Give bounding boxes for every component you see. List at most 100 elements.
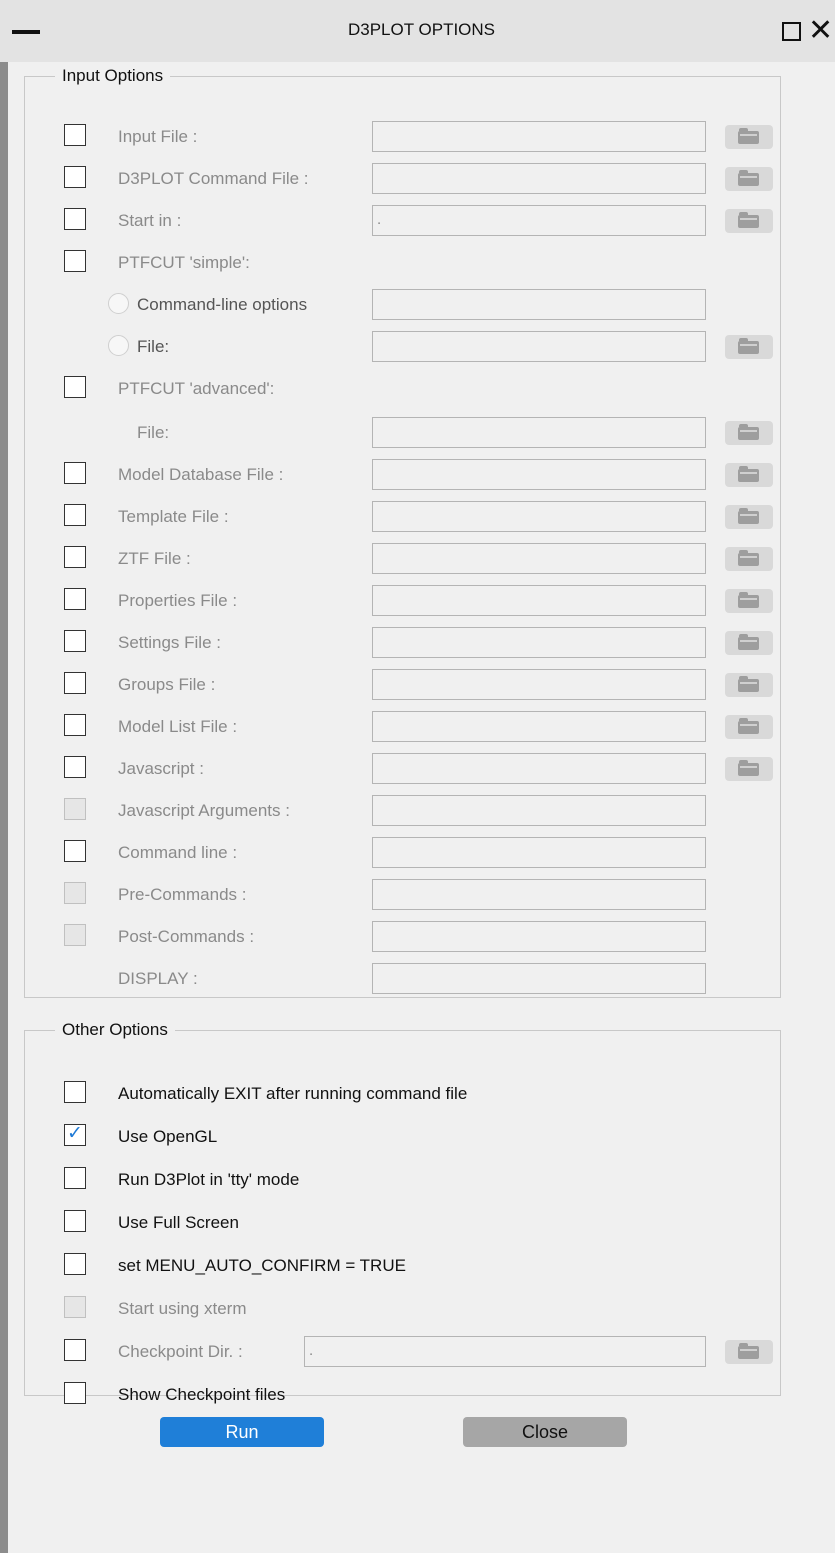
close-button[interactable]: Close <box>463 1417 627 1447</box>
ztf-file-browse-button[interactable] <box>725 547 773 571</box>
ztf-file-checkbox[interactable] <box>64 546 86 568</box>
model-list-file-checkbox[interactable] <box>64 714 86 736</box>
groups-file-browse-button[interactable] <box>725 673 773 697</box>
command-file-field[interactable] <box>372 163 706 194</box>
properties-file-field[interactable] <box>372 585 706 616</box>
checkpoint-dir-browse-button[interactable] <box>725 1340 773 1364</box>
ptfcut-simple-row: PTFCUT 'simple': <box>25 246 785 280</box>
model-database-row: Model Database File : <box>25 458 785 492</box>
display-field[interactable] <box>372 963 706 994</box>
model-database-field[interactable] <box>372 459 706 490</box>
ztf-file-row: ZTF File : <box>25 542 785 576</box>
javascript-arguments-field[interactable] <box>372 795 706 826</box>
input-file-browse-button[interactable] <box>725 125 773 149</box>
auto-confirm-checkbox[interactable] <box>64 1253 86 1275</box>
settings-file-row: Settings File : <box>25 626 785 660</box>
template-file-browse-button[interactable] <box>725 505 773 529</box>
model-list-file-label: Model List File : <box>118 717 238 736</box>
tty-mode-checkbox[interactable] <box>64 1167 86 1189</box>
post-commands-field[interactable] <box>372 921 706 952</box>
groups-file-checkbox[interactable] <box>64 672 86 694</box>
display-row: DISPLAY : <box>25 962 785 996</box>
input-file-checkbox[interactable] <box>64 124 86 146</box>
ptfcut-simple-file-radio[interactable] <box>108 335 129 356</box>
template-file-checkbox[interactable] <box>64 504 86 526</box>
command-file-row: D3PLOT Command File : <box>25 162 785 196</box>
checkpoint-dir-field[interactable]: . <box>304 1336 706 1367</box>
pre-commands-row: Pre-Commands : <box>25 878 785 912</box>
xterm-row: Start using xterm <box>25 1292 785 1326</box>
ptfcut-advanced-file-field[interactable] <box>372 417 706 448</box>
model-list-file-browse-button[interactable] <box>725 715 773 739</box>
start-in-checkbox[interactable] <box>64 208 86 230</box>
ztf-file-field[interactable] <box>372 543 706 574</box>
show-checkpoint-label: Show Checkpoint files <box>118 1385 286 1404</box>
folder-icon <box>738 212 759 228</box>
full-screen-row: Use Full Screen <box>25 1206 785 1240</box>
auto-confirm-label: set MENU_AUTO_CONFIRM = TRUE <box>118 1256 406 1275</box>
run-button[interactable]: Run <box>160 1417 324 1447</box>
command-line-row: Command line : <box>25 836 785 870</box>
auto-exit-checkbox[interactable] <box>64 1081 86 1103</box>
javascript-browse-button[interactable] <box>725 757 773 781</box>
start-in-browse-button[interactable] <box>725 209 773 233</box>
command-line-options-field[interactable] <box>372 289 706 320</box>
command-line-checkbox[interactable] <box>64 840 86 862</box>
javascript-arguments-label: Javascript Arguments : <box>118 801 290 820</box>
input-file-label: Input File : <box>118 127 198 146</box>
close-window-icon[interactable]: ✕ <box>808 16 833 46</box>
input-options-group: Input Options Input File : D3PLOT Comman… <box>24 66 781 998</box>
checkpoint-dir-row: Checkpoint Dir. : . <box>25 1335 785 1369</box>
groups-file-field[interactable] <box>372 669 706 700</box>
groups-file-label: Groups File : <box>118 675 216 694</box>
groups-file-row: Groups File : <box>25 668 785 702</box>
command-file-label: D3PLOT Command File : <box>118 169 309 188</box>
pre-commands-checkbox[interactable] <box>64 882 86 904</box>
ptfcut-advanced-checkbox[interactable] <box>64 376 86 398</box>
auto-confirm-row: set MENU_AUTO_CONFIRM = TRUE <box>25 1249 785 1283</box>
command-file-checkbox[interactable] <box>64 166 86 188</box>
xterm-checkbox[interactable] <box>64 1296 86 1318</box>
folder-icon <box>738 592 759 608</box>
javascript-field[interactable] <box>372 753 706 784</box>
folder-icon <box>738 508 759 524</box>
ztf-file-label: ZTF File : <box>118 549 191 568</box>
input-file-field[interactable] <box>372 121 706 152</box>
ptfcut-advanced-file-browse-button[interactable] <box>725 421 773 445</box>
ptfcut-advanced-row: PTFCUT 'advanced': <box>25 372 785 406</box>
javascript-arguments-checkbox[interactable] <box>64 798 86 820</box>
input-file-row: Input File : <box>25 120 785 154</box>
settings-file-field[interactable] <box>372 627 706 658</box>
folder-icon <box>738 338 759 354</box>
post-commands-label: Post-Commands : <box>118 927 255 946</box>
maximize-icon[interactable] <box>782 22 801 41</box>
other-options-group: Other Options Automatically EXIT after r… <box>24 1020 781 1404</box>
properties-file-browse-button[interactable] <box>725 589 773 613</box>
template-file-label: Template File : <box>118 507 229 526</box>
model-database-browse-button[interactable] <box>725 463 773 487</box>
tty-mode-row: Run D3Plot in 'tty' mode <box>25 1163 785 1197</box>
pre-commands-field[interactable] <box>372 879 706 910</box>
settings-file-browse-button[interactable] <box>725 631 773 655</box>
folder-icon <box>738 550 759 566</box>
ptfcut-simple-checkbox[interactable] <box>64 250 86 272</box>
template-file-field[interactable] <box>372 501 706 532</box>
use-opengl-checkbox[interactable] <box>64 1122 86 1146</box>
ptfcut-simple-file-browse-button[interactable] <box>725 335 773 359</box>
start-in-field[interactable]: . <box>372 205 706 236</box>
properties-file-checkbox[interactable] <box>64 588 86 610</box>
checkpoint-dir-checkbox[interactable] <box>64 1339 86 1361</box>
model-list-file-field[interactable] <box>372 711 706 742</box>
show-checkpoint-checkbox[interactable] <box>64 1382 86 1404</box>
other-options-legend: Other Options <box>62 1020 168 1039</box>
post-commands-checkbox[interactable] <box>64 924 86 946</box>
full-screen-checkbox[interactable] <box>64 1210 86 1232</box>
checkpoint-dir-label: Checkpoint Dir. : <box>118 1342 243 1361</box>
command-line-options-radio[interactable] <box>108 293 129 314</box>
javascript-checkbox[interactable] <box>64 756 86 778</box>
command-line-field[interactable] <box>372 837 706 868</box>
model-database-checkbox[interactable] <box>64 462 86 484</box>
settings-file-checkbox[interactable] <box>64 630 86 652</box>
ptfcut-simple-file-field[interactable] <box>372 331 706 362</box>
command-file-browse-button[interactable] <box>725 167 773 191</box>
